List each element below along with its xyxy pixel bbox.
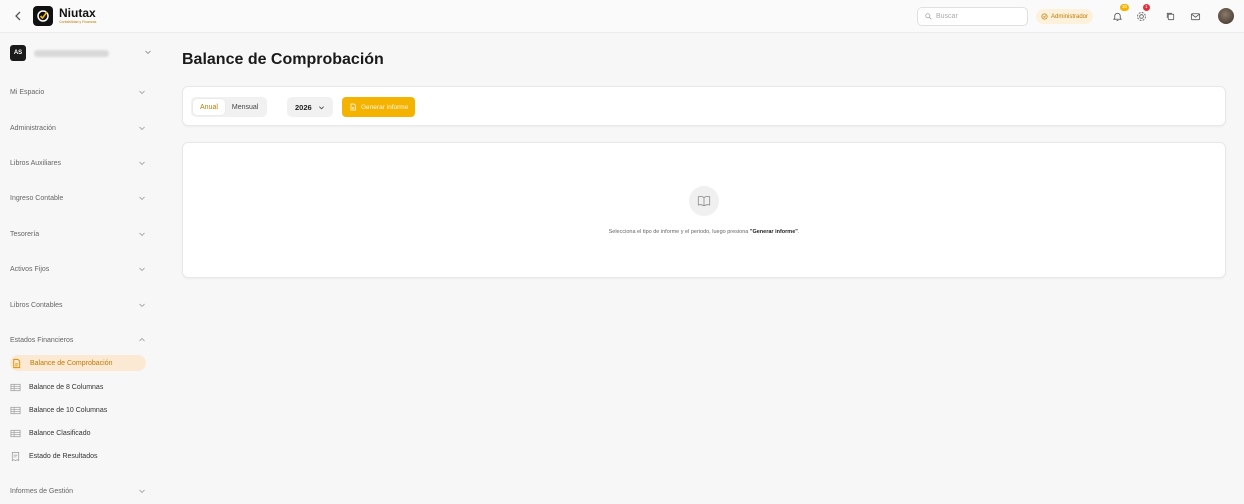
logo-icon[interactable] xyxy=(33,6,53,26)
copy-icon[interactable] xyxy=(1163,9,1177,23)
chevron-down-icon xyxy=(145,50,151,55)
table-icon xyxy=(10,406,21,414)
organization-selector[interactable]: AS xyxy=(10,45,151,61)
notifications-bell-icon[interactable]: 30 xyxy=(1110,4,1130,23)
sidebar-section-label: Ingreso Contable xyxy=(10,194,64,202)
sidebar-section-mi-espacio[interactable]: Mi Espacio xyxy=(10,85,146,99)
sidebar-item-balance-8-columnas[interactable]: Balance de 8 Columnas xyxy=(10,380,103,394)
empty-state-text: Selecciona el tipo de informe y el perio… xyxy=(608,229,750,235)
document-icon xyxy=(350,103,356,111)
sidebar-section-tesoreria[interactable]: Tesorería xyxy=(10,227,146,241)
sidebar-item-label: Balance de 8 Columnas xyxy=(29,383,104,391)
sidebar-section-label: Estados Financieros xyxy=(10,336,74,344)
year-select[interactable]: 2026 xyxy=(287,97,333,117)
mail-icon[interactable] xyxy=(1188,9,1202,23)
period-option-mensual[interactable]: Mensual xyxy=(225,99,265,115)
sidebar-section-label: Mi Espacio xyxy=(10,88,45,96)
report-empty-state: Selecciona el tipo de informe y el perio… xyxy=(182,142,1226,278)
brand-tagline: Contabilidad y Finanzas xyxy=(59,20,97,24)
sidebar-item-balance-de-comprobacion[interactable]: Balance de Comprobación xyxy=(10,355,146,371)
chevron-down-icon xyxy=(139,232,145,237)
page-title: Balance de Comprobación xyxy=(182,51,384,68)
sidebar-section-informes-de-gestion[interactable]: Informes de Gestión xyxy=(10,484,146,498)
sidebar-section-libros-contables[interactable]: Libros Contables xyxy=(10,298,146,312)
sidebar-section-administracion[interactable]: Administración xyxy=(10,121,146,135)
sidebar-section-label: Libros Contables xyxy=(10,301,63,309)
sidebar-section-activos-fijos[interactable]: Activos Fijos xyxy=(10,262,146,276)
back-icon[interactable] xyxy=(11,9,25,23)
chevron-down-icon xyxy=(139,267,145,272)
sidebar-section-estados-financieros[interactable]: Estados Financieros xyxy=(10,333,146,347)
sidebar-section-label: Administración xyxy=(10,124,56,132)
receipt-icon xyxy=(11,451,20,461)
empty-state-text-end: . xyxy=(797,229,800,235)
empty-state-message: Selecciona el tipo de informe y el perio… xyxy=(183,229,1225,235)
period-toggle: Anual Mensual xyxy=(191,97,268,117)
year-value: 2026 xyxy=(295,102,312,112)
search-icon xyxy=(925,13,932,20)
period-option-anual[interactable]: Anual xyxy=(193,99,225,115)
role-badge[interactable]: Administrador xyxy=(1036,9,1094,24)
sidebar-item-label: Estado de Resultados xyxy=(29,452,98,460)
chevron-down-icon xyxy=(139,489,145,494)
table-icon xyxy=(10,429,21,437)
org-name-redacted xyxy=(34,49,109,57)
sidebar: AS Mi Espacio Administración Libros Auxi… xyxy=(0,33,160,504)
chevron-down-icon xyxy=(139,126,145,131)
top-bar: Niutax Contabilidad y Finanzas Administr… xyxy=(0,0,1244,33)
sidebar-section-libros-auxiliares[interactable]: Libros Auxiliares xyxy=(10,156,146,170)
document-icon xyxy=(13,358,21,368)
sidebar-section-label: Activos Fijos xyxy=(10,265,50,273)
user-avatar[interactable] xyxy=(1218,8,1234,24)
filters-card: Anual Mensual 2026 Generar informe xyxy=(182,86,1226,126)
notifications-count-badge: 30 xyxy=(1120,4,1130,11)
sidebar-item-label: Balance de Comprobación xyxy=(30,359,113,367)
search-box[interactable] xyxy=(917,7,1028,26)
role-label: Administrador xyxy=(1051,13,1089,20)
chevron-down-icon xyxy=(139,196,145,201)
sidebar-item-balance-clasificado[interactable]: Balance Clasificado xyxy=(10,426,90,440)
table-icon xyxy=(10,383,21,391)
chevron-up-icon xyxy=(139,337,145,342)
sidebar-section-ingreso-contable[interactable]: Ingreso Contable xyxy=(10,191,146,205)
book-icon xyxy=(689,186,719,216)
chevron-down-icon xyxy=(318,105,324,109)
sidebar-item-balance-10-columnas[interactable]: Balance de 10 Columnas xyxy=(10,403,107,417)
alerts-count-badge: 1 xyxy=(1143,4,1150,11)
generate-report-label: Generar informe xyxy=(361,103,409,111)
sidebar-item-estado-de-resultados[interactable]: Estado de Resultados xyxy=(10,449,98,463)
sidebar-item-label: Balance Clasificado xyxy=(29,429,91,437)
chevron-down-icon xyxy=(139,303,145,308)
chevron-down-icon xyxy=(139,161,145,166)
empty-state-emphasis: "Generar informe" xyxy=(749,229,798,235)
brand-name: Niutax xyxy=(59,6,96,20)
sidebar-section-label: Tesorería xyxy=(10,230,40,238)
org-avatar: AS xyxy=(10,45,26,61)
search-input[interactable] xyxy=(936,13,1016,20)
settings-gear-icon[interactable]: 1 xyxy=(1134,4,1150,23)
shield-icon xyxy=(1041,13,1048,20)
generate-report-button[interactable]: Generar informe xyxy=(342,97,416,117)
chevron-down-icon xyxy=(139,90,145,95)
sidebar-item-label: Balance de 10 Columnas xyxy=(29,406,108,414)
sidebar-section-label: Informes de Gestión xyxy=(10,487,74,495)
sidebar-section-label: Libros Auxiliares xyxy=(10,159,61,167)
